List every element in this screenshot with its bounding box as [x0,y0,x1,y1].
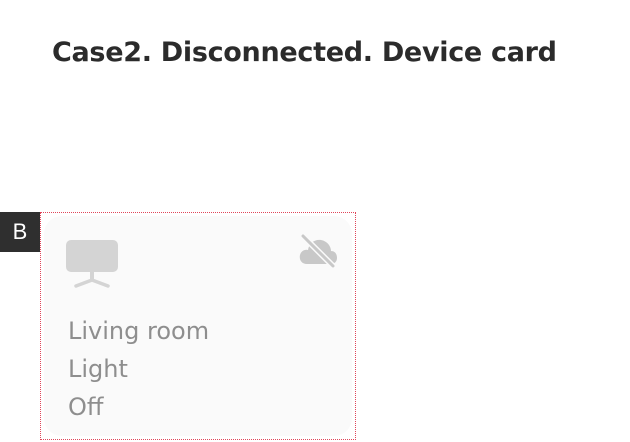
cloud-off-icon [299,234,337,268]
device-card[interactable]: Living room Light Off [44,216,352,436]
room-label: Living room [68,317,210,345]
device-status: Off [68,393,104,421]
tv-monitor-icon [66,240,118,288]
section-marker: B [0,212,40,252]
page-title: Case2. Disconnected. Device card [52,37,557,68]
device-name: Light [68,355,128,383]
